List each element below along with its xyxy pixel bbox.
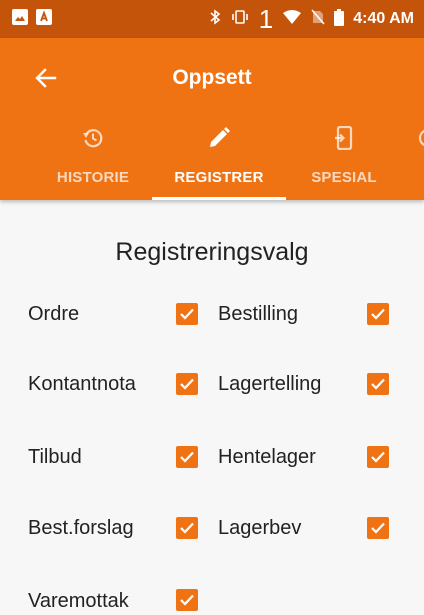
signal-digit: 1 [258,4,274,34]
check-icon [371,378,385,390]
checkbox-best-forslag[interactable] [176,517,198,539]
check-icon [180,522,194,534]
tab-registrer[interactable]: REGISTRER [152,122,286,200]
no-sim-icon [311,9,325,29]
tab-spesial[interactable]: SPESIAL [294,122,394,200]
pencil-icon [210,127,230,147]
check-icon [180,378,194,390]
tab-overflow[interactable] [412,122,424,200]
vibrate-icon [230,9,250,29]
phone-import-icon [335,126,353,150]
option-label-lagertelling: Lagertelling [218,373,322,395]
option-label-hentelager: Hentelager [218,446,316,468]
checkbox-lagerbev[interactable] [367,517,389,539]
checkbox-hentelager[interactable] [367,446,389,468]
tab-spesial-label: SPESIAL [311,169,377,186]
battery-icon [334,8,345,30]
check-icon [180,308,194,320]
option-label-ordre: Ordre [28,303,80,325]
check-icon [371,522,385,534]
option-label-bestilling: Bestilling [218,303,299,325]
check-icon [371,308,385,320]
checkbox-bestilling[interactable] [367,303,389,325]
checkbox-tilbud[interactable] [176,446,198,468]
checkbox-kontantnota[interactable] [176,373,198,395]
tab-registrer-label: REGISTRER [174,169,264,186]
checkbox-ordre[interactable] [176,303,198,325]
status-time: 4:40 AM [353,10,414,27]
option-label-varemottak: Varemottak [28,590,129,612]
checkbox-lagertelling[interactable] [367,373,389,395]
a-icon [36,9,52,25]
bluetooth-icon [209,8,221,30]
option-label-tilbud: Tilbud [28,446,82,468]
image-icon [12,9,28,25]
tab-historie-label: HISTORIE [56,169,130,186]
option-label-kontantnota: Kontantnota [28,373,136,395]
app-bar: Oppsett HISTORIE REGISTRER SPESIAL [0,38,424,200]
checkbox-varemottak[interactable] [176,589,198,611]
history-icon [83,129,103,148]
check-icon [180,451,194,463]
tab-bar: HISTORIE REGISTRER SPESIAL [0,122,424,200]
partial-tab-icon [418,129,424,147]
option-label-lagerbev: Lagerbev [218,517,302,539]
option-label-best-forslag: Best.forslag [28,517,134,539]
check-icon [371,451,385,463]
check-icon [180,594,194,606]
section-heading: Registreringsvalg [115,238,309,266]
page-title: Oppsett [172,66,252,89]
status-bar: 1 4:40 AM [0,0,424,38]
tab-indicator [152,197,286,200]
tab-historie[interactable]: HISTORIE [40,122,146,200]
wifi-icon [282,9,302,29]
